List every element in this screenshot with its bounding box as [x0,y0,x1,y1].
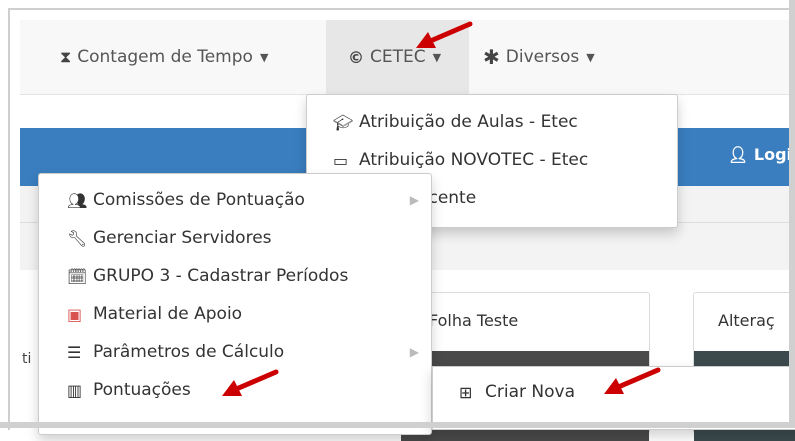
menu-item-label: Gerenciar Servidores [93,228,272,248]
menu-item-label: Criar Nova [485,382,575,402]
caret-down-icon: ▼ [259,50,269,64]
partial-side-text: ti [22,351,32,367]
menu-item-label: Pontuações [93,380,191,400]
menu-item-label: GRUPO 3 - Cadastrar Períodos [93,266,349,286]
users-icon: 👥︎ [67,190,88,210]
annotation-arrow-icon [416,21,473,48]
chevron-right-icon: ▶ [409,193,419,207]
top-navbar: ⧗ Contagem de Tempo ▼ © CETEC ▼ ✱ Divers… [20,20,790,95]
menu-item-label: Parâmetros de Cálculo [93,342,285,362]
card-title: Alteraç [718,311,775,330]
presentation-icon: ▭ [333,150,349,170]
asterisk-icon: ✱ [483,45,500,69]
menu-item-grupo-3[interactable]: 🗓︎ GRUPO 3 - Cadastrar Períodos [39,257,431,295]
pdf-file-icon: ▣ [67,304,83,324]
menu-item-label: Comissões de Pontuação [93,190,305,210]
list-ol-icon: ☰ [67,342,82,362]
wrench-icon: 🔧︎ [67,228,88,248]
graduation-cap-icon: 🎓︎ [333,112,354,132]
chevron-right-icon: ▶ [409,345,419,359]
copyright-icon: © [348,47,364,67]
user-icon: 👤︎ [728,145,749,164]
menu-item-material-apoio[interactable]: ▣ Material de Apoio [39,295,431,333]
annotation-arrow-icon [604,367,661,394]
card-title: Folha Teste [429,311,519,330]
nav-label: Diversos [505,47,580,67]
nav-contagem-de-tempo[interactable]: ⧗ Contagem de Tempo ▼ [60,20,268,94]
annotation-arrow-icon [222,369,279,396]
login-link[interactable]: 👤︎ Logi [728,145,792,164]
menu-item-comissoes[interactable]: 👥︎ Comissões de Pontuação ▶ [39,181,431,219]
calendar-icon: 🗓︎ [67,266,88,286]
menu-item-label: Material de Apoio [93,304,243,324]
menu-item-label: Atribuição NOVOTEC - Etec [359,150,589,170]
login-label: Logi [753,145,793,164]
menu-item-parametros-calculo[interactable]: ☰ Parâmetros de Cálculo ▶ [39,333,431,371]
menu-item-label: Atribuição de Aulas - Etec [359,112,578,132]
menu-item-gerenciar-servidores[interactable]: 🔧︎ Gerenciar Servidores [39,219,431,257]
nav-diversos[interactable]: ✱ Diversos ▼ [483,20,595,94]
hourglass-icon: ⧗ [60,47,72,66]
nav-label: Contagem de Tempo [77,47,253,67]
bar-chart-icon: ▥ [67,380,83,400]
caret-down-icon: ▼ [586,50,595,64]
menu-item-atribuicao-aulas[interactable]: 🎓︎ Atribuição de Aulas - Etec [307,103,677,141]
plus-square-icon: ⊞ [459,382,473,402]
